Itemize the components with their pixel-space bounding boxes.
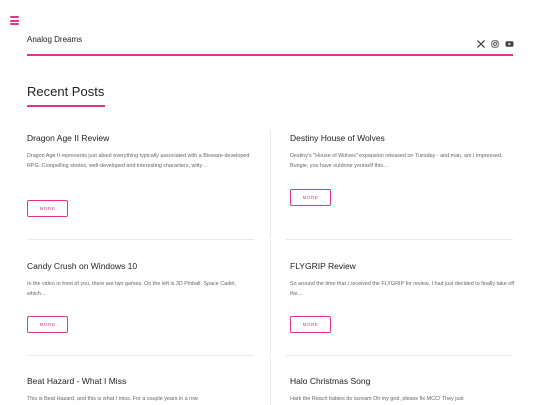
column-divider bbox=[270, 240, 271, 354]
row-divider bbox=[27, 355, 254, 356]
post-excerpt: In the video in front of you, there are … bbox=[27, 281, 237, 297]
post-title[interactable]: Destiny House of Wolves bbox=[290, 133, 518, 143]
post-card: Beat Hazard - What I Miss This is Beat H… bbox=[27, 376, 255, 405]
page: Analog Dreams Recent Posts Dragon Age II… bbox=[0, 0, 540, 405]
column-divider bbox=[270, 130, 271, 238]
x-twitter-icon[interactable] bbox=[477, 35, 485, 48]
section-title-underline bbox=[27, 105, 105, 107]
post-excerpt: Destiny's "House of Wolves" expansion re… bbox=[290, 153, 503, 169]
more-button[interactable]: MORE bbox=[27, 316, 68, 333]
header-divider bbox=[27, 54, 513, 56]
post-card: FLYGRIP Review So around the time that I… bbox=[290, 261, 518, 351]
more-button[interactable]: MORE bbox=[290, 316, 331, 333]
post-card: Halo Christmas Song Hark the Reach babie… bbox=[290, 376, 518, 405]
post-card: Candy Crush on Windows 10 In the video i… bbox=[27, 261, 255, 351]
youtube-icon[interactable] bbox=[505, 35, 514, 47]
post-title[interactable]: Halo Christmas Song bbox=[290, 376, 518, 386]
column-divider bbox=[270, 356, 271, 405]
site-header: Analog Dreams bbox=[27, 29, 514, 55]
row-divider bbox=[27, 239, 254, 240]
post-title[interactable]: Candy Crush on Windows 10 bbox=[27, 261, 255, 271]
site-title[interactable]: Analog Dreams bbox=[27, 35, 82, 44]
post-excerpt: Hark the Reach babies do scream Oh my go… bbox=[290, 396, 464, 402]
social-links bbox=[477, 35, 514, 48]
menu-icon[interactable] bbox=[10, 16, 19, 25]
post-excerpt: So around the time that I received the F… bbox=[290, 281, 515, 297]
more-button[interactable]: MORE bbox=[290, 189, 331, 206]
row-divider bbox=[286, 239, 513, 240]
post-title[interactable]: Beat Hazard - What I Miss bbox=[27, 376, 255, 386]
instagram-icon[interactable] bbox=[491, 35, 499, 48]
row-divider bbox=[286, 355, 513, 356]
post-excerpt: Dragon Age II represents just about ever… bbox=[27, 153, 250, 169]
post-card: Dragon Age II Review Dragon Age II repre… bbox=[27, 133, 255, 223]
post-excerpt: This is Beat Hazard, and this is what I … bbox=[27, 396, 198, 402]
section-title: Recent Posts bbox=[27, 84, 105, 99]
post-title[interactable]: FLYGRIP Review bbox=[290, 261, 518, 271]
post-card: Destiny House of Wolves Destiny's "House… bbox=[290, 133, 518, 223]
more-button[interactable]: MORE bbox=[27, 200, 68, 217]
post-title[interactable]: Dragon Age II Review bbox=[27, 133, 255, 143]
